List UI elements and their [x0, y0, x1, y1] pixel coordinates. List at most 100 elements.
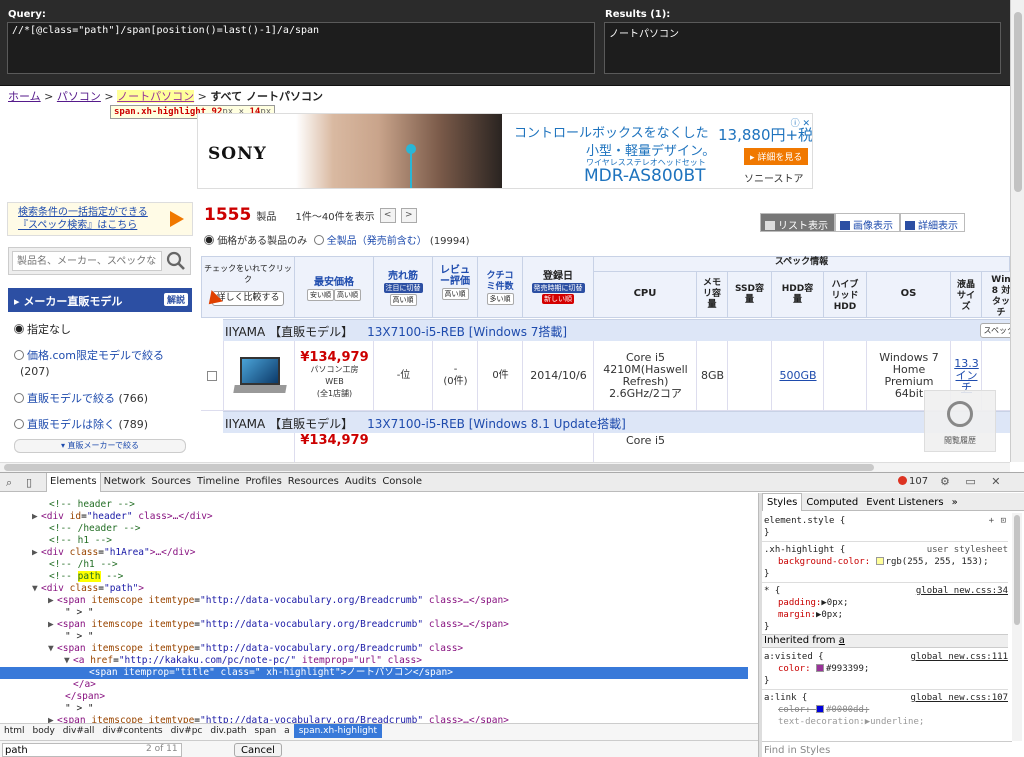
sales-header-text[interactable]: 売れ筋 [388, 271, 418, 282]
tab-resources[interactable]: Resources [285, 473, 342, 492]
inspect-search-icon[interactable]: ⌕ [6, 476, 12, 490]
dom-node-line[interactable]: <!-- h1 --> [0, 535, 748, 547]
expand-triangle-icon[interactable]: ▼ [32, 583, 41, 595]
expand-triangle-icon[interactable]: ▶ [32, 511, 41, 523]
breadcrumb-home[interactable]: ホーム [8, 90, 41, 103]
link-rule[interactable]: a:link {global_new.css:107 [762, 692, 1008, 704]
row-model-link[interactable]: 13X7100-i5-REB [Windows 7搭載] [367, 325, 567, 339]
query-input[interactable]: //*[@class="path"]/span[position()=last(… [7, 22, 595, 74]
tab-detail-view[interactable]: 詳細表示 [900, 213, 965, 232]
compare-button[interactable]: 詳しく比較する [212, 291, 284, 306]
dom-node-line[interactable]: </a> [0, 679, 748, 691]
radio-icon[interactable] [14, 419, 24, 429]
maker-help-button[interactable]: 解説 [163, 293, 188, 306]
inherited-element-link[interactable]: a [839, 635, 845, 646]
scrollbar-thumb[interactable] [1014, 12, 1022, 192]
toolbar-icons[interactable]: ⚙ ▭ ✕ [940, 475, 1006, 488]
tab-network[interactable]: Network [101, 473, 149, 492]
add-rule-icon[interactable]: + [989, 515, 994, 527]
spec-search-link[interactable]: 検索条件の一括指定ができる 『スペック検索』はこちら [7, 202, 193, 236]
scrollbar-thumb[interactable] [1014, 515, 1020, 625]
tab-list-view[interactable]: リスト表示 [760, 213, 835, 232]
prev-page-button[interactable]: < [379, 208, 396, 223]
row-price[interactable]: ¥134,979 [300, 434, 368, 447]
dom-crumb[interactable]: div#contents [98, 726, 166, 736]
row-image-cell[interactable] [223, 341, 295, 411]
radio-icon[interactable] [14, 393, 24, 403]
radio-selected-icon[interactable] [14, 324, 24, 334]
ad-banner[interactable]: SONY コントロールボックスをなくした 小型・軽量デザイン。 ワイヤレスステレ… [197, 113, 813, 189]
dom-node-line[interactable]: <!-- header --> [0, 499, 748, 511]
sort-price-high[interactable]: 高い順 [334, 289, 361, 301]
style-property[interactable]: color: #993399; [762, 663, 1008, 675]
tab-image-view[interactable]: 画像表示 [835, 213, 900, 232]
row-checkbox[interactable] [207, 370, 217, 381]
dom-node-line[interactable]: ▼ <a href="http://kakaku.com/pc/note-pc/"… [0, 655, 748, 667]
dom-node-line[interactable]: " > " [0, 607, 748, 619]
dom-node-line[interactable]: ▶ <span itemscope itemtype="http://data-v… [0, 619, 748, 631]
color-swatch[interactable] [815, 664, 824, 672]
tab-elements[interactable]: Elements [46, 473, 101, 492]
page-horizontal-scrollbar[interactable] [0, 462, 1010, 472]
tab-computed[interactable]: Computed [802, 494, 862, 512]
filter-all[interactable]: 全製品（発売前含む） [327, 236, 427, 247]
expand-triangle-icon[interactable]: ▶ [48, 715, 57, 723]
next-page-button[interactable]: > [400, 208, 417, 223]
sort-price-low[interactable]: 安い順 [307, 289, 334, 301]
expand-triangle-icon[interactable]: ▼ [48, 643, 57, 655]
sort-kuchikomi[interactable]: 多い順 [486, 293, 514, 305]
expand-triangle-icon[interactable]: ▶ [48, 619, 57, 631]
error-counter[interactable]: 107 [898, 476, 928, 487]
dom-node-line[interactable]: ▶ <div id="header" class>…</div> [0, 511, 748, 523]
ad-detail-button[interactable]: ▸ 詳細を見る [744, 148, 809, 165]
results-output[interactable]: ノートパソコン [604, 22, 1001, 74]
style-property[interactable]: padding:▶0px; [762, 597, 1008, 609]
expand-triangle-icon[interactable]: ▼ [64, 655, 73, 667]
dom-node-line[interactable]: <span itemprop="title" class=" xh-highli… [0, 667, 748, 679]
style-property[interactable]: background-color: rgb(255, 255, 153); [762, 556, 1008, 568]
row-hdd[interactable]: 500GB [779, 369, 816, 382]
rule-source-link[interactable]: global_new.css:111 [910, 651, 1008, 663]
dom-node-line[interactable]: </span> [0, 691, 748, 703]
dom-node-line[interactable]: <!-- path --> [0, 571, 748, 583]
radio-icon[interactable] [14, 350, 24, 360]
breadcrumb-pc[interactable]: パソコン [57, 90, 101, 103]
tab-styles[interactable]: Styles [762, 493, 803, 511]
style-property[interactable]: margin:▶0px; [762, 609, 1008, 621]
ad-close-icon[interactable]: ⓘ ✕ [791, 116, 810, 129]
tab-console[interactable]: Console [379, 473, 425, 492]
sort-sales[interactable]: 高い順 [389, 294, 417, 306]
filter-priced[interactable]: 価格がある製品のみ [217, 236, 307, 247]
element-style-rule[interactable]: element.style {+ ⊡ [762, 515, 1008, 527]
maker-option[interactable]: 直販モデルは除く (789) [14, 416, 148, 432]
dom-node-line[interactable]: " > " [0, 703, 748, 715]
styles-scrollbar[interactable] [1012, 513, 1022, 741]
toggle-state-icon[interactable]: ⊡ [1001, 515, 1006, 527]
tab-timeline[interactable]: Timeline [194, 473, 243, 492]
color-swatch[interactable] [815, 705, 824, 713]
tab-sources[interactable]: Sources [148, 473, 194, 492]
dom-node-line[interactable]: <!-- /header --> [0, 523, 748, 535]
expand-triangle-icon[interactable]: ▶ [32, 547, 41, 559]
history-widget[interactable]: 閲覧履歴 [924, 390, 996, 452]
page-vertical-scrollbar[interactable] [1010, 0, 1024, 462]
dom-node-line[interactable]: <!-- /h1 --> [0, 559, 748, 571]
kuchikomi-header-text[interactable]: クチコミ件数 [483, 271, 517, 293]
row-price[interactable]: ¥134,979 [300, 351, 368, 364]
dom-node-line[interactable]: ▶ <span itemscope itemtype="http://data-v… [0, 715, 748, 723]
dom-node-line[interactable]: ▼ <span itemscope itemtype="http://data-v… [0, 643, 748, 655]
spec-more-button[interactable]: スペックをも [979, 323, 1010, 338]
universal-rule[interactable]: * {global_new.css:34 [762, 585, 1008, 597]
dom-node-line[interactable]: ▼ <div class="path"> [0, 583, 748, 595]
xh-highlight-rule[interactable]: .xh-highlight {user stylesheet [762, 544, 1008, 556]
radio-icon[interactable] [313, 235, 324, 245]
maker-option[interactable]: 価格.com限定モデルで絞る [14, 347, 164, 363]
dom-node-line[interactable]: ▶ <span itemscope itemtype="http://data-v… [0, 595, 748, 607]
review-header-text[interactable]: レビュー評価 [438, 265, 472, 287]
search-icon[interactable] [165, 251, 187, 271]
maker-option[interactable]: 指定なし [14, 321, 71, 337]
laptop-image[interactable] [232, 356, 287, 395]
find-cancel-button[interactable]: Cancel [234, 743, 282, 757]
dom-crumb[interactable]: span [251, 726, 281, 736]
dom-crumb[interactable]: html [0, 726, 29, 736]
